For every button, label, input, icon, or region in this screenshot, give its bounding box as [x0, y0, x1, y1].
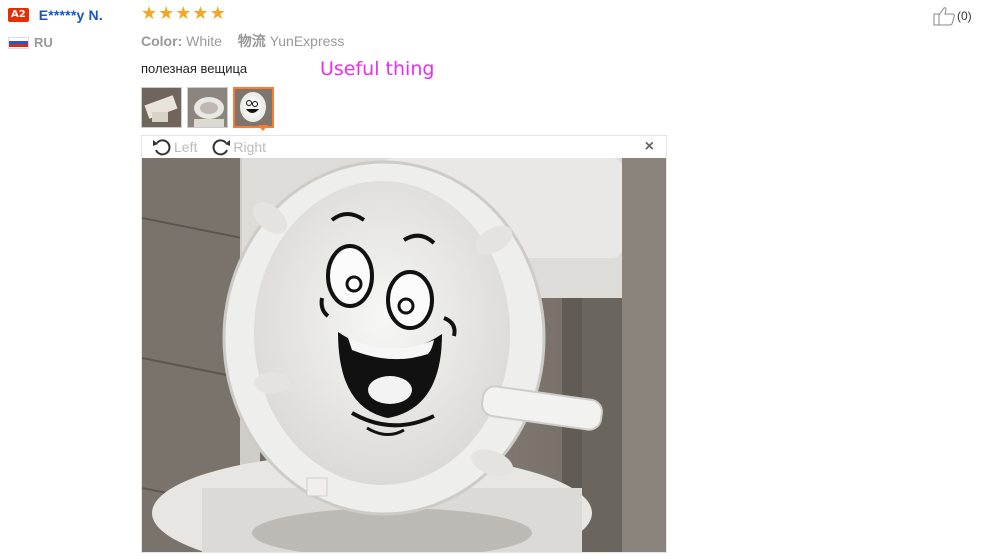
- shipping-value: YunExpress: [269, 33, 345, 49]
- review-body: ★ ★ ★ ★ ★ Color: White 物流 YunExpress пол…: [141, 5, 901, 128]
- reviewer-row: A2 E*****y N.: [8, 6, 133, 24]
- buyer-level-badge: A2: [8, 8, 29, 22]
- review-text: полезная вещица: [141, 61, 248, 76]
- photo-thumbnail-1[interactable]: [141, 87, 182, 128]
- rotate-left-label: Left: [174, 139, 198, 155]
- rotate-right-label: Right: [233, 139, 267, 155]
- reviewer-info: A2 E*****y N. RU: [8, 6, 133, 50]
- review-text-row: полезная вещица Useful thing: [141, 58, 901, 80]
- photo-viewer-toolbar: Left Right ×: [142, 136, 666, 158]
- star-rating: ★ ★ ★ ★ ★: [141, 5, 901, 23]
- translation-annotation: Useful thing: [320, 58, 435, 80]
- reviewer-name: E*****y N.: [38, 7, 103, 23]
- rotate-left-button[interactable]: Left: [152, 138, 197, 156]
- star-icon: ★: [192, 3, 209, 24]
- toilet-sticker-photo: [142, 158, 666, 552]
- reviewer-country: RU: [8, 35, 133, 50]
- color-label: Color:: [141, 33, 183, 49]
- rotate-left-icon: [153, 139, 171, 156]
- review-photo-thumbnails: [141, 87, 901, 128]
- photo-thumbnail-2[interactable]: [187, 87, 228, 128]
- russia-flag-icon: [8, 36, 29, 49]
- close-viewer-button[interactable]: ×: [645, 138, 654, 156]
- selected-thumbnail-pointer: [258, 125, 268, 131]
- star-icon: ★: [175, 3, 192, 24]
- rotate-right-icon: [212, 139, 231, 156]
- review-photo-large: [142, 158, 666, 552]
- order-attributes: Color: White 物流 YunExpress: [141, 31, 901, 51]
- photo-viewer: Left Right ×: [141, 135, 667, 553]
- color-value: White: [186, 33, 222, 49]
- rotate-right-button[interactable]: Right: [211, 138, 266, 156]
- star-icon: ★: [158, 3, 175, 24]
- star-icon: ★: [141, 3, 158, 24]
- shipping-label: 物流: [237, 33, 266, 49]
- thumbs-up-icon: [933, 7, 955, 26]
- helpful-button[interactable]: (0): [933, 6, 972, 26]
- country-code: RU: [34, 35, 53, 50]
- star-icon: ★: [209, 3, 226, 24]
- photo-thumbnail-3[interactable]: [233, 87, 274, 128]
- helpful-count: (0): [957, 9, 972, 23]
